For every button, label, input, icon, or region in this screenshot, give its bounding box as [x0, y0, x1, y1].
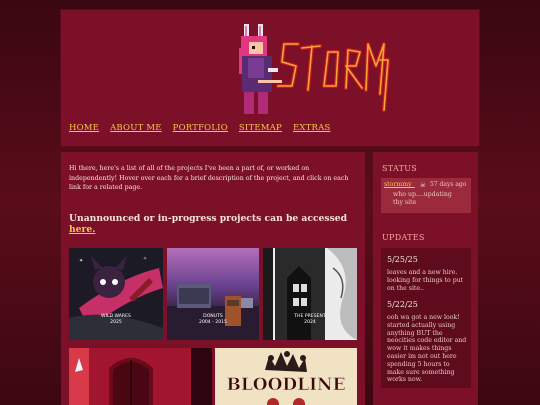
- status-timestamp: 57 days ago: [430, 181, 467, 188]
- sidebar: STATUS stormmy_ ☠ 57 days ago who up....…: [373, 152, 478, 405]
- stormy-logo: [276, 42, 390, 112]
- updates-box: 5/25/25 leaves and a new hire. looking f…: [381, 248, 471, 388]
- project-years: 2024: [304, 320, 316, 325]
- donuts-artwork: [167, 284, 259, 340]
- nav-portfolio[interactable]: PORTFOLIO: [173, 123, 228, 133]
- intro-text: Hi there, here's a list of all of the pr…: [69, 165, 349, 192]
- svg-text:✧: ✧: [143, 256, 147, 262]
- project-years: 2004 - 2015: [199, 320, 227, 325]
- project-tile-wild-wares[interactable]: ✦ ✧ WILD WARES 2025: [69, 248, 163, 340]
- nav-home[interactable]: HOME: [69, 123, 99, 133]
- update-date: 5/25/25: [387, 255, 418, 264]
- status-message: who up....updating thy site: [393, 191, 452, 206]
- main-nav: HOME ABOUT ME PORTFOLIO SITEMAP EXTRAS: [69, 123, 341, 133]
- the-present-artwork: [263, 248, 357, 340]
- update-text: ooh wa got a new look! started actually …: [387, 314, 467, 384]
- status-box: stormmy_ ☠ 57 days ago who up....updatin…: [381, 178, 471, 213]
- project-tile-4[interactable]: [69, 348, 212, 405]
- project-tile-donuts[interactable]: DONUTS 2004 - 2015: [167, 248, 259, 340]
- in-progress-link[interactable]: here.: [69, 224, 95, 235]
- bloodline-title-art: BLOODLINE: [226, 375, 345, 395]
- project-tile-bloodline[interactable]: BLOODLINE: [215, 348, 357, 405]
- nav-about-me[interactable]: ABOUT ME: [110, 123, 162, 133]
- bloodline-artwork: BLOODLINE: [215, 348, 357, 405]
- projects-panel: Hi there, here's a list of all of the pr…: [61, 152, 365, 405]
- update-text: leaves and a new hire. looking for thing…: [387, 269, 464, 292]
- site-header: HOME ABOUT ME PORTFOLIO SITEMAP EXTRAS: [60, 9, 480, 147]
- svg-text:✦: ✦: [79, 258, 83, 264]
- project-caption: THE PRESENT 2024: [263, 314, 357, 326]
- skull-icon: ☠: [420, 181, 426, 189]
- in-progress-notice: Unannounced or in-progress projects can …: [69, 213, 359, 235]
- project-years: 2025: [110, 320, 122, 325]
- status-heading: STATUS: [382, 164, 418, 173]
- in-progress-text: Unannounced or in-progress projects can …: [69, 213, 348, 224]
- nav-sitemap[interactable]: SITEMAP: [239, 123, 282, 133]
- project-tile-the-present[interactable]: THE PRESENT 2024: [263, 248, 357, 340]
- nav-extras[interactable]: EXTRAS: [293, 123, 331, 133]
- status-username[interactable]: stormmy_: [384, 181, 415, 188]
- wild-wares-artwork: ✦ ✧: [69, 248, 163, 340]
- project-caption: DONUTS 2004 - 2015: [167, 314, 259, 326]
- project-4-artwork: [69, 348, 212, 405]
- updates-heading: UPDATES: [382, 233, 425, 242]
- update-date: 5/22/25: [387, 300, 418, 309]
- project-caption: WILD WARES 2025: [69, 314, 163, 326]
